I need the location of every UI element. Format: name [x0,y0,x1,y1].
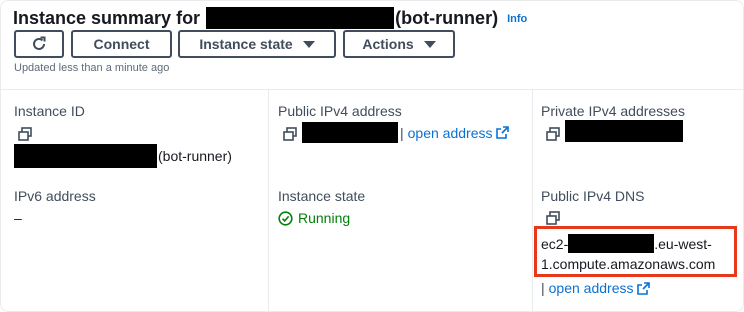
separator: | [541,280,545,296]
redacted-public-ip [302,122,398,143]
title-prefix: Instance summary for [13,7,201,28]
copy-icon[interactable] [546,127,560,141]
copy-icon[interactable] [546,211,560,225]
open-address-link[interactable]: open address [408,125,493,141]
instance-id-label: Instance ID [14,103,85,119]
ipv6-label: IPv6 address [14,188,96,204]
dns-highlight-box [534,226,737,277]
redacted-instance-id [14,144,157,168]
separator: | [400,124,404,141]
instance-state-label: Instance state [199,36,293,52]
actions-button[interactable]: Actions [343,30,455,58]
info-link[interactable]: Info [507,13,527,25]
instance-state-status: Running [278,210,350,226]
redacted-private-ip [565,120,683,142]
title-suffix: (bot-runner) [395,7,499,28]
ipv6-value: – [14,210,22,226]
running-text: Running [298,210,351,226]
public-ipv4-label: Public IPv4 address [278,103,402,119]
copy-icon[interactable] [283,127,297,141]
instance-summary-panel: Instance summary for (bot-runner) Info C… [0,0,744,312]
caret-down-icon [423,40,436,48]
check-circle-icon [278,210,293,226]
public-ipv4-value: | open address [302,122,510,143]
instance-id-suffix: (bot-runner) [158,148,232,164]
copy-icon[interactable] [18,127,32,141]
redacted-instance-name [206,7,395,29]
actions-label: Actions [362,36,414,52]
updated-text: Updated less than a minute ago [14,62,170,74]
column-divider [532,90,533,312]
refresh-icon [33,36,46,50]
page-title: Instance summary for (bot-runner) Info [13,7,527,29]
caret-down-icon [302,40,315,48]
public-dns-open: | open address [541,280,651,296]
header-divider [1,89,743,90]
refresh-button[interactable] [14,30,64,58]
summary-header: Instance summary for (bot-runner) Info C… [1,1,743,89]
external-link-icon [637,281,651,295]
private-ipv4-label: Private IPv4 addresses [541,103,685,119]
column-divider [268,90,269,312]
connect-button[interactable]: Connect [71,30,172,58]
instance-state-label: Instance state [278,188,366,204]
open-address-link[interactable]: open address [549,280,634,296]
public-dns-label: Public IPv4 DNS [541,188,645,204]
instance-id-value: (bot-runner) [14,144,232,168]
external-link-icon [496,126,510,139]
instance-state-button[interactable]: Instance state [178,30,336,58]
